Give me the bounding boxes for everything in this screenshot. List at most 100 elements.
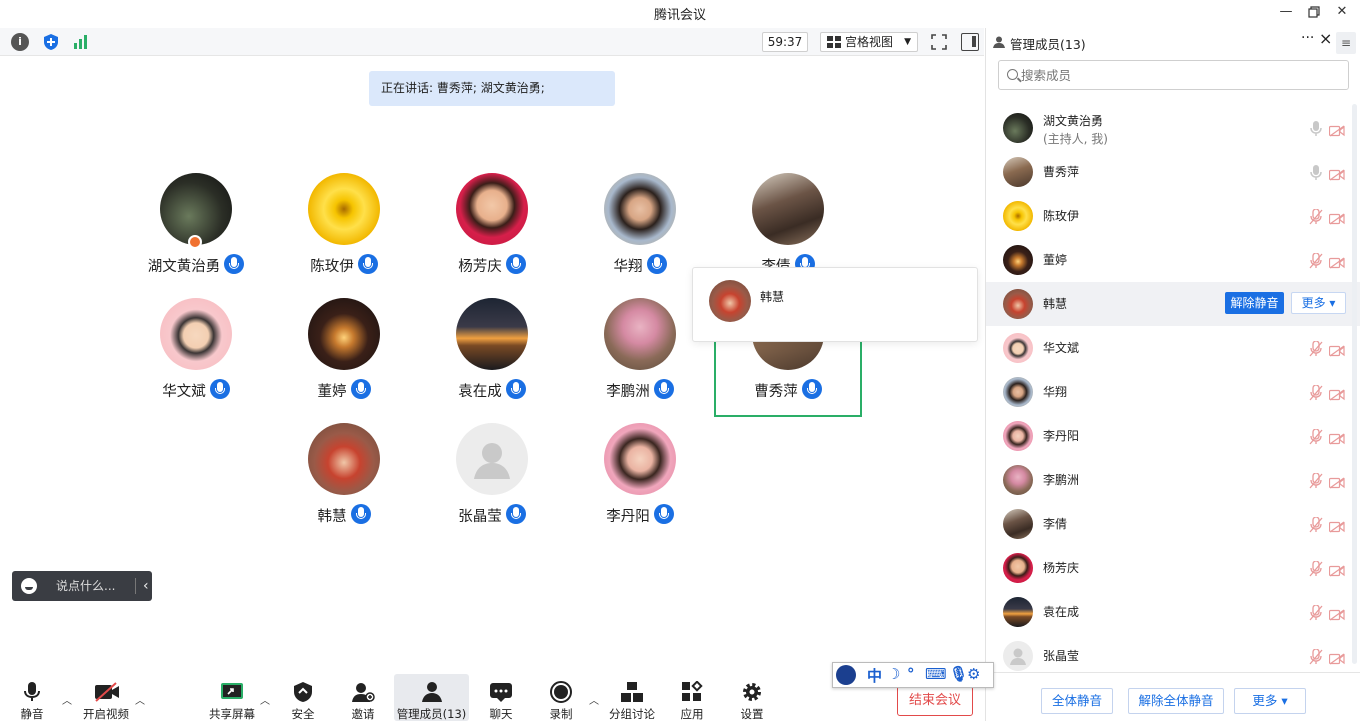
signal-icon[interactable] xyxy=(72,33,90,51)
close-panel-icon[interactable]: × xyxy=(1319,29,1332,48)
menu-icon[interactable]: ≡ xyxy=(1336,32,1356,54)
camera-off-icon[interactable] xyxy=(1328,166,1345,181)
more-options-icon[interactable]: ··· xyxy=(1301,30,1314,46)
participant-name: 杨芳庆 xyxy=(458,259,502,275)
mic-muted-icon[interactable] xyxy=(1309,648,1323,665)
record-button[interactable]: 录制 xyxy=(540,674,582,721)
camera-off-icon[interactable] xyxy=(1328,386,1345,401)
member-row[interactable]: 董婷 xyxy=(986,238,1360,282)
avatar xyxy=(308,173,380,245)
avatar xyxy=(1003,509,1033,539)
ime-gear-icon[interactable]: ⚙ xyxy=(967,665,980,683)
restore-icon[interactable] xyxy=(1304,3,1324,21)
member-row[interactable]: 李丹阳 xyxy=(986,414,1360,458)
mic-muted-icon[interactable] xyxy=(1309,472,1323,489)
mic-muted-icon[interactable] xyxy=(1309,384,1323,401)
caret-up-icon[interactable]: ︿ xyxy=(62,692,72,707)
view-mode-dropdown[interactable]: 宫格视图 ▼ xyxy=(820,32,918,52)
camera-off-icon[interactable] xyxy=(1328,342,1345,357)
member-row[interactable]: 华翔 xyxy=(986,370,1360,414)
caret-up-icon[interactable]: ︿ xyxy=(260,692,270,707)
mic-muted-icon[interactable] xyxy=(1309,560,1323,577)
start-video-button[interactable]: 开启视频 xyxy=(80,674,132,721)
participant-tile[interactable]: 湖文黄治勇 xyxy=(122,173,270,293)
member-name: 华翔 xyxy=(1043,385,1068,399)
security-button[interactable]: 安全 xyxy=(282,674,324,721)
caret-up-icon[interactable]: ︿ xyxy=(135,692,145,707)
member-row[interactable]: 李鹏洲 xyxy=(986,458,1360,502)
ime-toolbar[interactable]: 中 ☽ ° ⌨ 🎙 ⚙ xyxy=(832,662,994,688)
mic-muted-icon[interactable] xyxy=(1309,340,1323,357)
camera-off-icon[interactable] xyxy=(1328,606,1345,621)
mic-muted-icon[interactable] xyxy=(1309,604,1323,621)
share-screen-button[interactable]: 共享屏幕 xyxy=(207,674,257,721)
ime-chinese-mode-icon[interactable]: 中 xyxy=(867,665,882,686)
mute-button[interactable]: 静音 xyxy=(10,674,54,721)
ime-mic-icon[interactable]: 🎙 xyxy=(949,665,968,683)
camera-off-icon[interactable] xyxy=(1328,210,1345,225)
camera-off-icon[interactable] xyxy=(1328,562,1345,577)
member-row[interactable]: 袁在成 xyxy=(986,590,1360,634)
apps-button[interactable]: 应用 xyxy=(671,674,713,721)
member-more-button[interactable]: 更多 ▾ xyxy=(1291,292,1346,314)
member-row[interactable]: 曹秀萍 xyxy=(986,150,1360,194)
member-row[interactable]: 华文斌 xyxy=(986,326,1360,370)
search-input[interactable] xyxy=(1021,65,1341,85)
shield-icon[interactable] xyxy=(42,33,60,51)
search-members[interactable] xyxy=(998,60,1349,90)
minimize-icon[interactable]: — xyxy=(1276,3,1296,21)
participant-tile[interactable]: 韩慧 xyxy=(270,423,418,543)
member-row[interactable]: 湖文黄治勇 (主持人, 我) xyxy=(986,106,1360,150)
mute-all-button[interactable]: 全体静音 xyxy=(1041,688,1113,714)
camera-off-icon[interactable] xyxy=(1328,254,1345,269)
participant-tile[interactable]: 张晶莹 xyxy=(418,423,566,543)
participant-tile[interactable]: 董婷 xyxy=(270,298,418,418)
scrollbar[interactable] xyxy=(1352,104,1357,664)
camera-off-icon[interactable] xyxy=(1328,430,1345,445)
member-row[interactable]: 李倩 xyxy=(986,502,1360,546)
quick-chat-input[interactable]: 说点什么... ‹ xyxy=(12,571,152,601)
unmute-all-button[interactable]: 解除全体静音 xyxy=(1128,688,1224,714)
keyboard-icon[interactable]: ⌨ xyxy=(925,665,947,683)
manage-members-button[interactable]: 管理成员(13) xyxy=(394,674,469,721)
sidebar-toggle-icon[interactable] xyxy=(961,33,979,51)
breakout-rooms-button[interactable]: 分组讨论 xyxy=(606,674,658,721)
camera-off-icon[interactable] xyxy=(1328,122,1345,137)
info-icon[interactable]: i xyxy=(11,33,29,51)
emoji-icon[interactable] xyxy=(21,578,37,594)
end-meeting-button[interactable]: 结束会议 xyxy=(897,686,973,716)
participant-tile[interactable]: 袁在成 xyxy=(418,298,566,418)
member-name: 华文斌 xyxy=(1043,341,1080,355)
camera-off-icon[interactable] xyxy=(1328,474,1345,489)
share-screen-icon xyxy=(220,681,244,703)
settings-button[interactable]: 设置 xyxy=(731,674,773,721)
title-bar: 腾讯会议 — ✕ xyxy=(0,0,1360,26)
ime-moon-icon[interactable]: ☽ xyxy=(887,665,900,683)
participant-tile[interactable]: 陈玫伊 xyxy=(270,173,418,293)
mic-on-icon[interactable] xyxy=(1309,165,1323,181)
camera-off-icon[interactable] xyxy=(1328,650,1345,665)
panel-title: 管理成员(13) xyxy=(1010,37,1086,52)
member-row[interactable]: 杨芳庆 xyxy=(986,546,1360,590)
mic-muted-icon[interactable] xyxy=(1309,516,1323,533)
participant-tile[interactable]: 李丹阳 xyxy=(566,423,714,543)
mic-muted-icon[interactable] xyxy=(1309,208,1323,225)
chat-button[interactable]: 聊天 xyxy=(480,674,522,721)
mic-muted-icon[interactable] xyxy=(1309,252,1323,269)
ime-punctuation-icon[interactable]: ° xyxy=(907,665,915,683)
collapse-chevron-icon[interactable]: ‹ xyxy=(143,571,149,601)
participant-tile[interactable]: 杨芳庆 xyxy=(418,173,566,293)
member-name: 陈玫伊 xyxy=(1043,209,1080,223)
camera-off-icon[interactable] xyxy=(1328,518,1345,533)
unmute-button[interactable]: 解除静音 xyxy=(1225,292,1284,314)
caret-up-icon[interactable]: ︿ xyxy=(589,692,599,707)
invite-button[interactable]: 邀请 xyxy=(342,674,384,721)
fullscreen-icon[interactable] xyxy=(930,33,948,51)
more-button[interactable]: 更多 ▾ xyxy=(1234,688,1306,714)
member-row[interactable]: 韩慧 解除静音 更多 ▾ xyxy=(986,282,1360,326)
member-row[interactable]: 陈玫伊 xyxy=(986,194,1360,238)
participant-tile[interactable]: 华文斌 xyxy=(122,298,270,418)
mic-on-icon[interactable] xyxy=(1309,121,1323,137)
close-window-icon[interactable]: ✕ xyxy=(1332,3,1352,21)
mic-muted-icon[interactable] xyxy=(1309,428,1323,445)
